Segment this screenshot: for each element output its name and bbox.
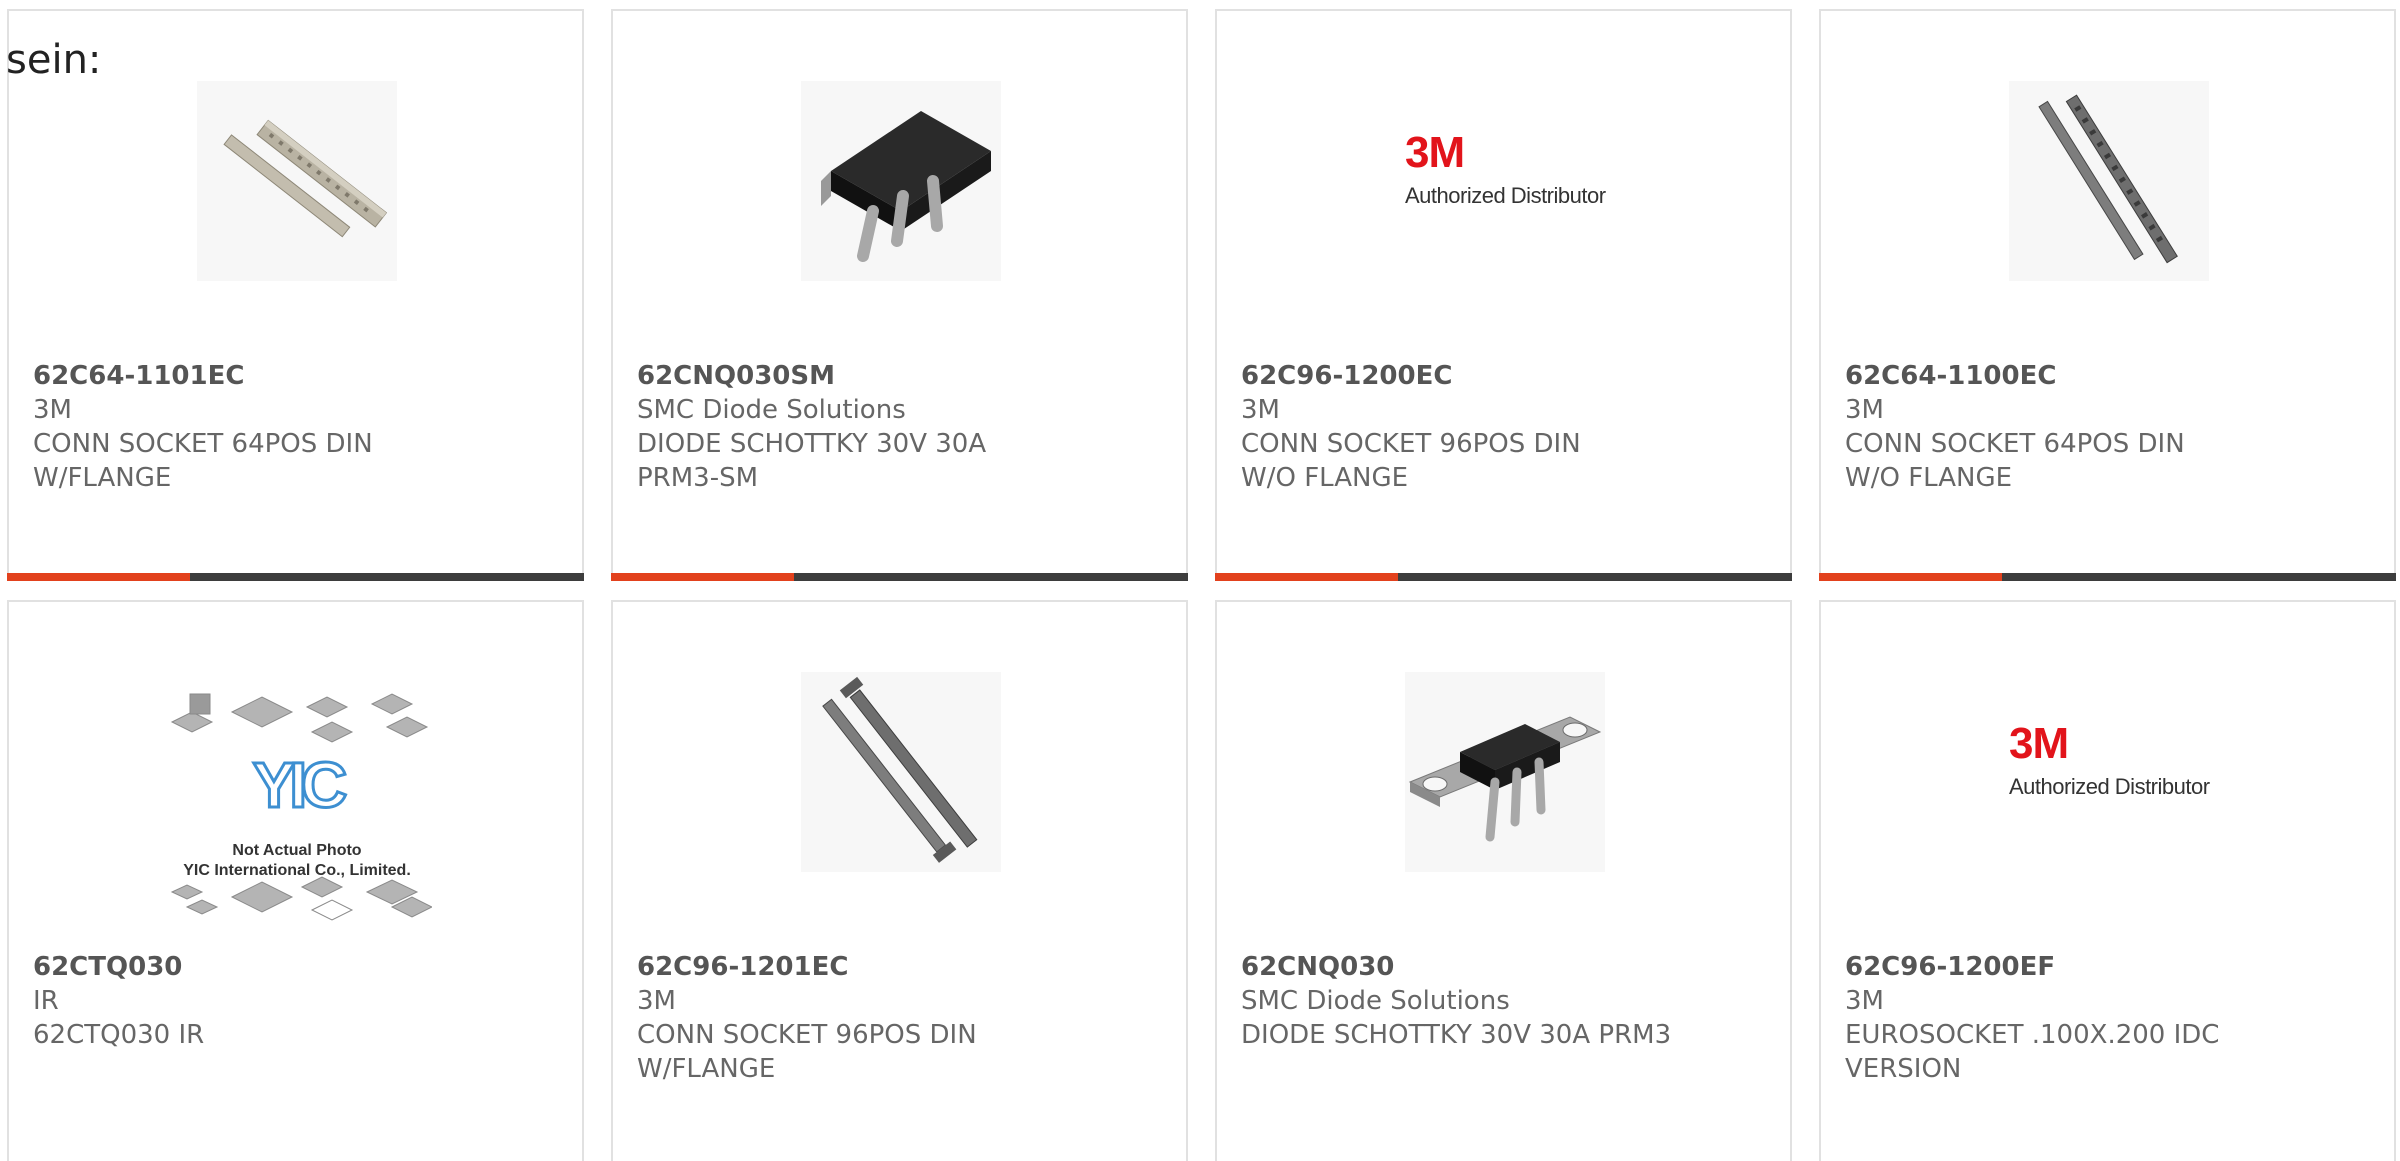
description: CONN SOCKET 64POS DIN W/O FLANGE xyxy=(1845,429,2185,493)
lead-text: sein: xyxy=(6,37,102,83)
manufacturer: 3M xyxy=(1241,395,1280,425)
part-number[interactable]: 62C64-1101EC xyxy=(33,359,558,393)
product-info: 62C96-1200EC 3M CONN SOCKET 96POS DIN W/… xyxy=(1241,359,1766,495)
part-number[interactable]: 62CNQ030 xyxy=(1241,950,1766,984)
placeholder-line2: YIC International Co., Limited. xyxy=(183,862,411,879)
description: EUROSOCKET .100X.200 IDC VERSION xyxy=(1845,1020,2220,1084)
yic-logo: YIC xyxy=(251,749,349,822)
product-card[interactable]: 62C64-1100EC 3M CONN SOCKET 64POS DIN W/… xyxy=(1819,9,2396,581)
description: CONN SOCKET 64POS DIN W/FLANGE xyxy=(33,429,373,493)
product-card[interactable]: 62C96-1201EC 3M CONN SOCKET 96POS DIN W/… xyxy=(611,600,1188,1161)
manufacturer: 3M xyxy=(637,986,676,1016)
schottky-diode-flange-icon xyxy=(1405,672,1605,872)
3m-authorized-distributor-logo: 3M Authorized Distributor xyxy=(1405,128,1606,221)
description: DIODE SCHOTTKY 30V 30A PRM3 xyxy=(1241,1020,1672,1050)
product-info: 62CNQ030 SMC Diode Solutions DIODE SCHOT… xyxy=(1241,950,1766,1052)
manufacturer: 3M xyxy=(33,395,72,425)
card-underline xyxy=(7,573,584,581)
product-card[interactable]: 62CNQ030SM SMC Diode Solutions DIODE SCH… xyxy=(611,9,1188,581)
product-info: 62CTQ030 IR 62CTQ030 IR xyxy=(33,950,558,1052)
card-underline-accent xyxy=(7,573,190,581)
3m-authorized-distributor-logo: 3M Authorized Distributor xyxy=(2009,719,2210,812)
card-underline xyxy=(611,573,1188,581)
card-underline xyxy=(1215,573,1792,581)
product-card[interactable]: 62C64-1101EC 3M CONN SOCKET 64POS DIN W/… xyxy=(7,9,584,581)
manufacturer: 3M xyxy=(1845,395,1884,425)
product-info: 62C96-1201EC 3M CONN SOCKET 96POS DIN W/… xyxy=(637,950,1162,1086)
card-underline xyxy=(1819,573,2396,581)
description: DIODE SCHOTTKY 30V 30A PRM3-SM xyxy=(637,429,987,493)
din-socket-strip-icon xyxy=(801,672,1001,872)
product-card[interactable]: 3M Authorized Distributor 62C96-1200EC 3… xyxy=(1215,9,1792,581)
logo-caption: Authorized Distributor xyxy=(1405,183,1606,208)
description: 62CTQ030 IR xyxy=(33,1020,205,1050)
product-info: 62C64-1100EC 3M CONN SOCKET 64POS DIN W/… xyxy=(1845,359,2370,495)
logo-caption: Authorized Distributor xyxy=(2009,774,2210,799)
manufacturer: IR xyxy=(33,986,59,1016)
yic-not-actual-photo-placeholder: YIC Not Actual Photo YIC International C… xyxy=(162,692,432,932)
schottky-diode-smd-icon xyxy=(801,81,1001,281)
card-underline-accent xyxy=(1819,573,2002,581)
din-socket-pair-icon xyxy=(197,81,397,281)
part-number[interactable]: 62CTQ030 xyxy=(33,950,558,984)
product-info: 62CNQ030SM SMC Diode Solutions DIODE SCH… xyxy=(637,359,1162,495)
logo-mark: 3M xyxy=(2009,719,2069,768)
placeholder-line1: Not Actual Photo xyxy=(232,842,362,859)
description: CONN SOCKET 96POS DIN W/O FLANGE xyxy=(1241,429,1581,493)
card-underline-accent xyxy=(1215,573,1398,581)
product-grid-page: sein: 62C64-1101EC 3M CONN SOCKET 64POS … xyxy=(0,0,2400,1161)
product-info: 62C96-1200EF 3M EUROSOCKET .100X.200 IDC… xyxy=(1845,950,2370,1086)
manufacturer: 3M xyxy=(1845,986,1884,1016)
part-number[interactable]: 62C96-1200EF xyxy=(1845,950,2370,984)
part-number[interactable]: 62C96-1201EC xyxy=(637,950,1162,984)
manufacturer: SMC Diode Solutions xyxy=(637,395,906,425)
product-card[interactable]: 3M Authorized Distributor 62C96-1200EF 3… xyxy=(1819,600,2396,1161)
product-card[interactable]: YIC Not Actual Photo YIC International C… xyxy=(7,600,584,1161)
part-number[interactable]: 62C64-1100EC xyxy=(1845,359,2370,393)
description: CONN SOCKET 96POS DIN W/FLANGE xyxy=(637,1020,977,1084)
din-socket-strip-icon xyxy=(2009,81,2209,281)
part-number[interactable]: 62CNQ030SM xyxy=(637,359,1162,393)
part-number[interactable]: 62C96-1200EC xyxy=(1241,359,1766,393)
card-underline-accent xyxy=(611,573,794,581)
product-card[interactable]: 62CNQ030 SMC Diode Solutions DIODE SCHOT… xyxy=(1215,600,1792,1161)
manufacturer: SMC Diode Solutions xyxy=(1241,986,1510,1016)
logo-mark: 3M xyxy=(1405,128,1465,177)
product-info: 62C64-1101EC 3M CONN SOCKET 64POS DIN W/… xyxy=(33,359,558,495)
